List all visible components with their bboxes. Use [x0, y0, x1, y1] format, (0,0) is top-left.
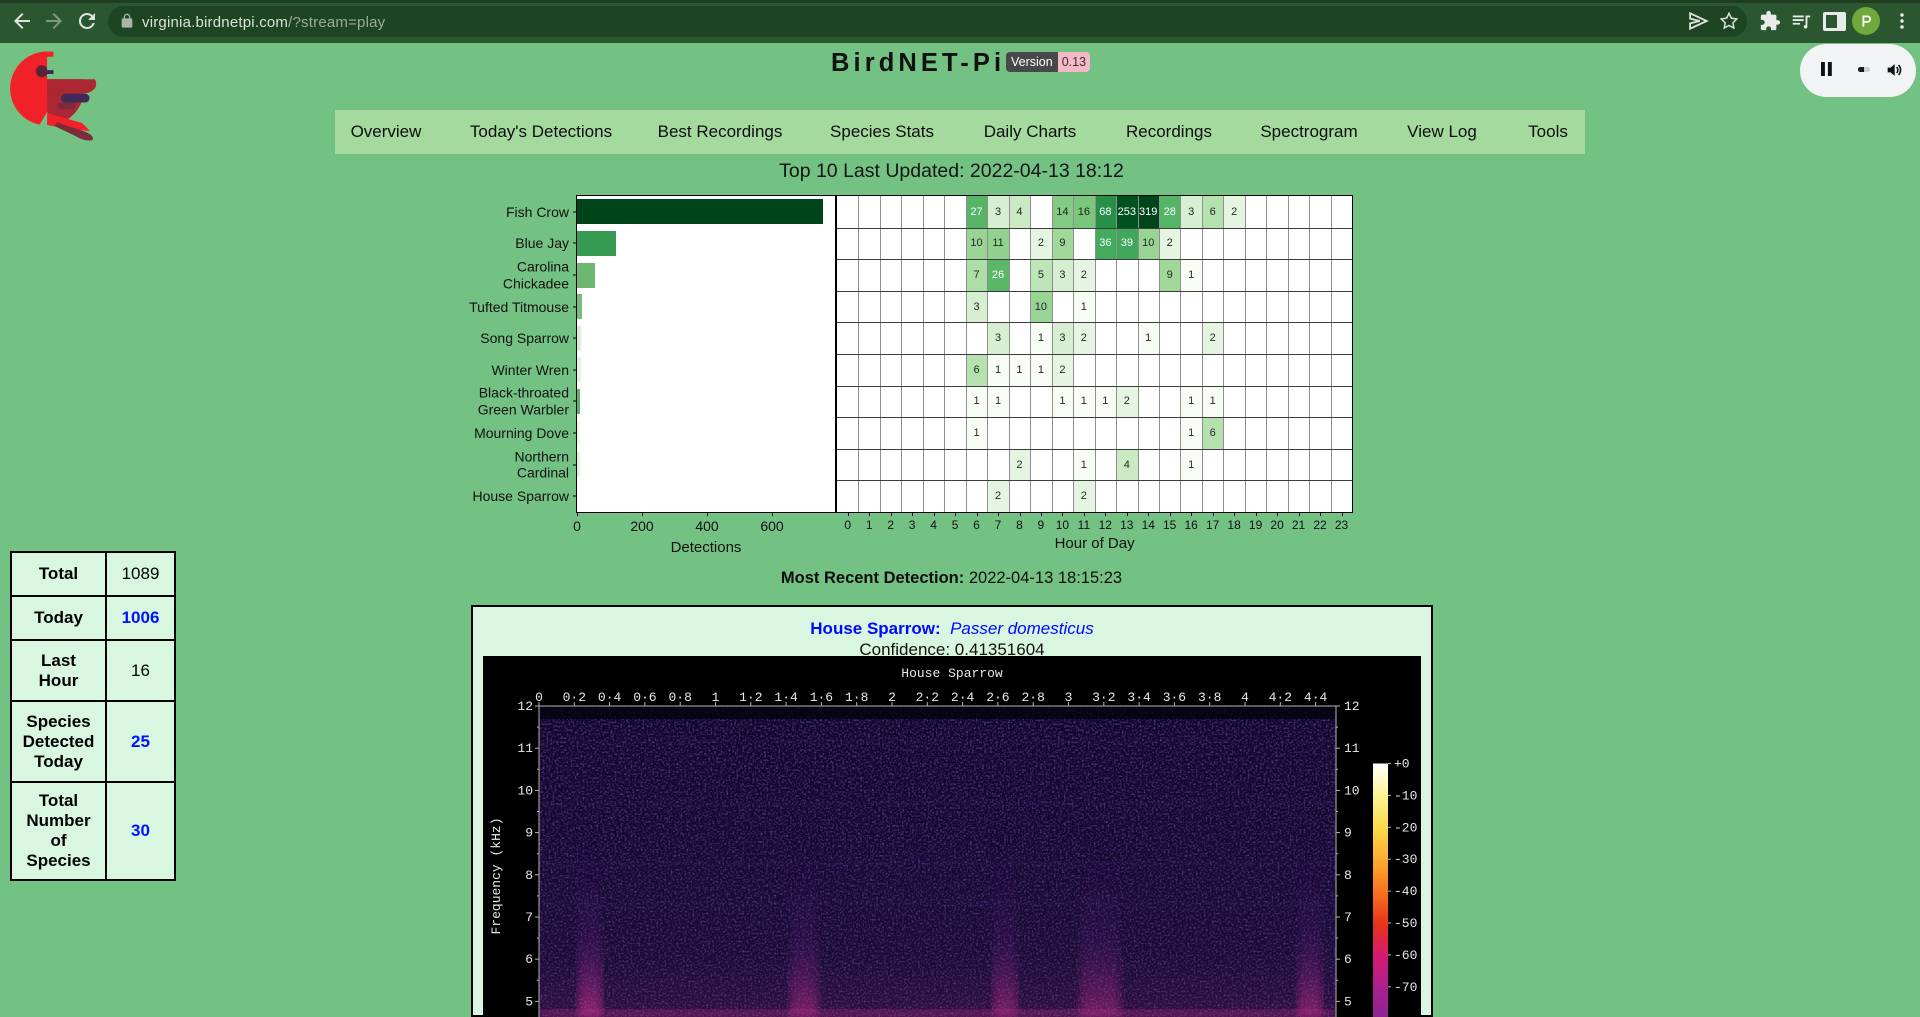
svg-text:-70: -70	[1394, 980, 1417, 995]
svg-text:7: 7	[525, 910, 533, 925]
svg-text:12: 12	[1344, 699, 1360, 714]
svg-text:Frequency (kHz): Frequency (kHz)	[489, 817, 504, 934]
svg-text:6: 6	[1344, 952, 1352, 967]
svg-text:9: 9	[1344, 826, 1352, 841]
svg-text:-30: -30	[1394, 852, 1417, 867]
svg-text:5: 5	[525, 994, 533, 1009]
svg-text:8: 8	[525, 868, 533, 883]
svg-text:11: 11	[1344, 741, 1360, 756]
svg-text:7: 7	[1344, 910, 1352, 925]
svg-text:9: 9	[525, 826, 533, 841]
svg-text:11: 11	[517, 741, 533, 756]
svg-text:-40: -40	[1394, 884, 1417, 899]
svg-text:10: 10	[1344, 783, 1360, 798]
svg-text:12: 12	[517, 699, 533, 714]
svg-text:House Sparrow: House Sparrow	[901, 666, 1003, 681]
svg-text:+0: +0	[1394, 757, 1410, 772]
svg-text:-20: -20	[1394, 820, 1417, 835]
svg-text:8: 8	[1344, 868, 1352, 883]
svg-text:6: 6	[525, 952, 533, 967]
svg-text:10: 10	[517, 783, 533, 798]
svg-text:-10: -10	[1394, 788, 1417, 803]
svg-text:5: 5	[1344, 994, 1352, 1009]
svg-text:-60: -60	[1394, 948, 1417, 963]
svg-text:-50: -50	[1394, 916, 1417, 931]
